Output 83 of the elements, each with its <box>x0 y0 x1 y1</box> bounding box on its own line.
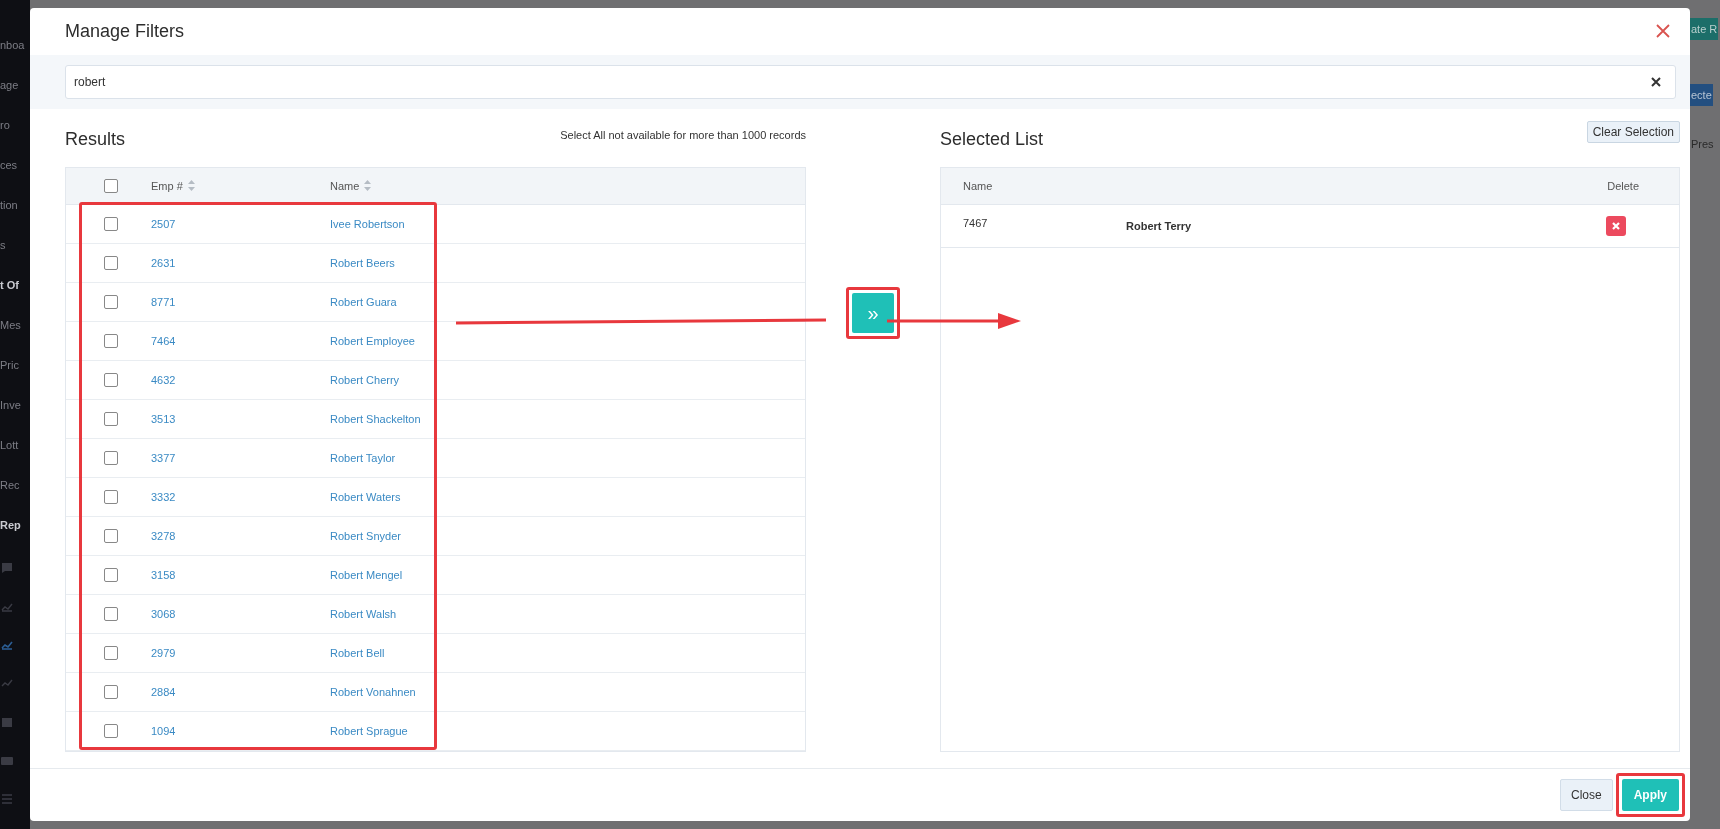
emp-number-link[interactable]: 4632 <box>151 373 176 386</box>
emp-number-link[interactable]: 3377 <box>151 451 176 464</box>
background-text: Pres <box>1690 137 1715 152</box>
emp-number-link[interactable]: 2884 <box>151 685 176 698</box>
emp-number-link[interactable]: 3158 <box>151 568 176 581</box>
transfer-button[interactable]: » <box>852 292 894 333</box>
name-link[interactable]: Robert Beers <box>330 256 395 269</box>
name-link[interactable]: Robert Walsh <box>330 607 397 620</box>
sidebar-item: Rec <box>0 478 21 492</box>
name-link[interactable]: Robert Waters <box>330 490 401 503</box>
row-checkbox[interactable] <box>104 489 118 504</box>
sidebar-item: ces <box>0 158 19 172</box>
close-icon[interactable] <box>1656 24 1670 39</box>
row-checkbox[interactable] <box>104 645 118 660</box>
delete-icon[interactable] <box>1606 215 1626 236</box>
column-header: Delete <box>1607 179 1639 192</box>
sidebar-item: t Of <box>0 278 20 292</box>
chat-icon <box>1 562 13 574</box>
chart-icon <box>1 640 13 650</box>
row-checkbox[interactable] <box>104 684 118 699</box>
row-checkbox[interactable] <box>104 723 118 738</box>
name-link[interactable]: Robert Employee <box>330 334 415 347</box>
sidebar-item: nboa <box>0 38 26 52</box>
column-header[interactable]: Emp # <box>151 179 183 192</box>
row-checkbox[interactable] <box>104 294 118 309</box>
emp-number-link[interactable]: 3278 <box>151 529 176 542</box>
select-all-checkbox[interactable] <box>104 178 118 193</box>
results-heading: Results <box>65 129 126 151</box>
column-header: Name <box>963 179 993 192</box>
search-field[interactable]: robert <box>65 64 1676 99</box>
close-button[interactable]: Close <box>1559 778 1613 811</box>
row-checkbox[interactable] <box>104 333 118 348</box>
row-checkbox[interactable] <box>104 606 118 621</box>
name-link[interactable]: Robert Snyder <box>330 529 401 542</box>
chart-icon <box>1 678 13 688</box>
select-all-note: Select All not available for more than 1000 records <box>560 128 806 141</box>
emp-number-link[interactable]: 3332 <box>151 490 176 503</box>
name-link[interactable]: Robert Taylor <box>330 451 396 464</box>
sidebar-item: Inve <box>0 398 22 412</box>
card-icon <box>1 756 13 766</box>
name-link[interactable]: Robert Shackelton <box>330 412 421 425</box>
menu-icon <box>1 794 13 804</box>
name-link[interactable]: Robert Vonahnen <box>330 685 416 698</box>
table-cell-text: Robert Terry <box>1126 219 1193 232</box>
emp-number-link[interactable]: 7464 <box>151 334 176 347</box>
emp-number-link[interactable]: 3068 <box>151 607 176 620</box>
selected-list-heading: Selected List <box>940 129 1044 151</box>
table-cell-text: 7467 <box>962 216 989 229</box>
background-text: ate R <box>1690 18 1719 40</box>
sidebar-item: age <box>0 78 20 92</box>
clear-icon[interactable] <box>1651 76 1661 87</box>
name-link[interactable]: Robert Mengel <box>330 568 403 581</box>
emp-number-link[interactable]: 1094 <box>151 724 176 737</box>
emp-number-link[interactable]: 8771 <box>151 295 176 308</box>
sidebar-item: Lott <box>0 438 20 452</box>
emp-number-link[interactable]: 2979 <box>151 646 176 659</box>
background-text: ecte <box>1690 84 1713 106</box>
row-checkbox[interactable] <box>104 216 118 231</box>
sidebar-item: Rep <box>0 518 22 532</box>
sidebar-item: Mes <box>0 318 22 332</box>
row-checkbox[interactable] <box>104 528 118 543</box>
emp-number-link[interactable]: 2631 <box>151 256 176 269</box>
dialog-title: Manage Filters <box>65 20 185 42</box>
sidebar-item: Pric <box>0 358 20 372</box>
sidebar-item: ro <box>0 118 11 132</box>
column-header[interactable]: Name <box>330 179 360 192</box>
row-checkbox[interactable] <box>104 255 118 270</box>
sidebar-item: s <box>0 238 7 252</box>
sidebar-item: tion <box>0 198 19 212</box>
name-link[interactable]: Robert Sprague <box>330 724 408 737</box>
apply-button[interactable]: Apply <box>1621 778 1679 811</box>
name-link[interactable]: Robert Guara <box>330 295 397 308</box>
row-checkbox[interactable] <box>104 450 118 465</box>
name-link[interactable]: Ivee Robertson <box>330 217 405 230</box>
chart-icon <box>1 602 13 612</box>
clear-selection-button[interactable]: Clear Selection <box>1586 120 1680 143</box>
name-link[interactable]: Robert Cherry <box>330 373 400 386</box>
emp-number-link[interactable]: 2507 <box>151 217 176 230</box>
emp-number-link[interactable]: 3513 <box>151 412 176 425</box>
row-checkbox[interactable] <box>104 411 118 426</box>
row-checkbox[interactable] <box>104 372 118 387</box>
row-checkbox[interactable] <box>104 567 118 582</box>
name-link[interactable]: Robert Bell <box>330 646 385 659</box>
